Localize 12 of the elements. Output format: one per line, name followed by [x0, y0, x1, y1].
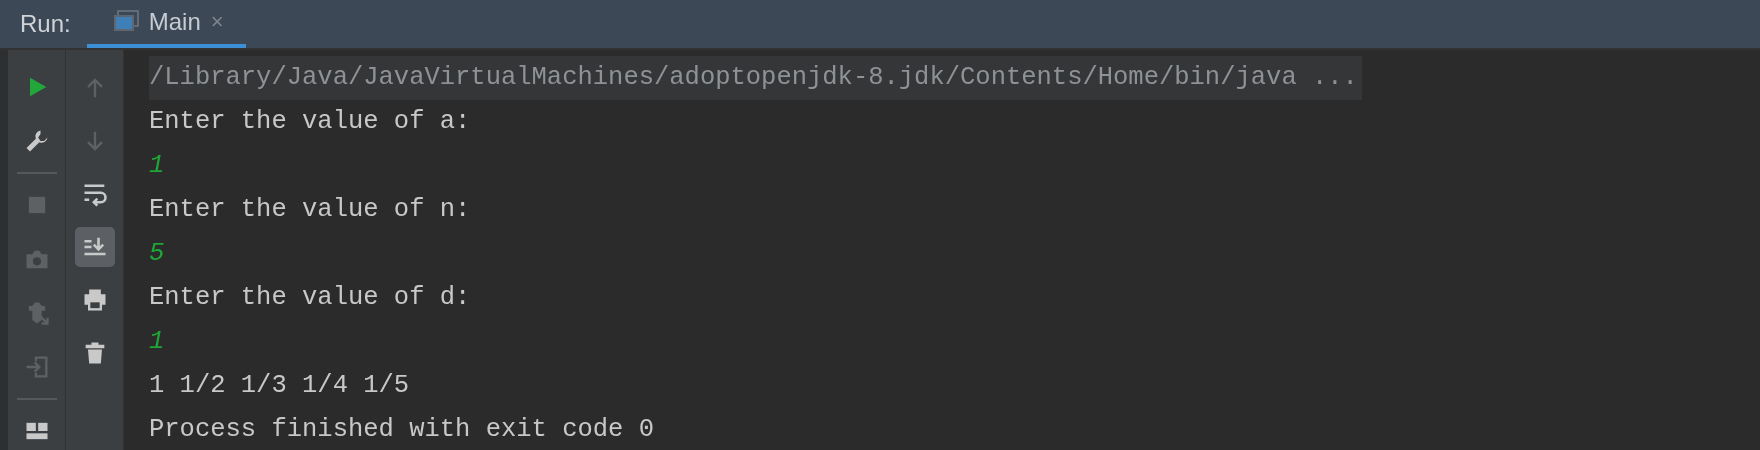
- output-line: Enter the value of d:: [149, 282, 471, 314]
- run-label: Run:: [20, 10, 71, 38]
- input-text: 1: [149, 326, 165, 358]
- input-text: 1: [149, 150, 165, 182]
- output-line: Enter the value of n:: [149, 194, 471, 226]
- scroll-to-end-icon[interactable]: [74, 227, 115, 267]
- input-text: 5: [149, 238, 165, 270]
- output-line: 1 1/2 1/3 1/4 1/5: [149, 370, 410, 402]
- output-line: Process finished with exit code 0: [149, 414, 654, 446]
- window-icon: [112, 10, 139, 34]
- main-tab[interactable]: Main ×: [86, 0, 246, 48]
- output-line: Enter the value of a:: [149, 106, 471, 138]
